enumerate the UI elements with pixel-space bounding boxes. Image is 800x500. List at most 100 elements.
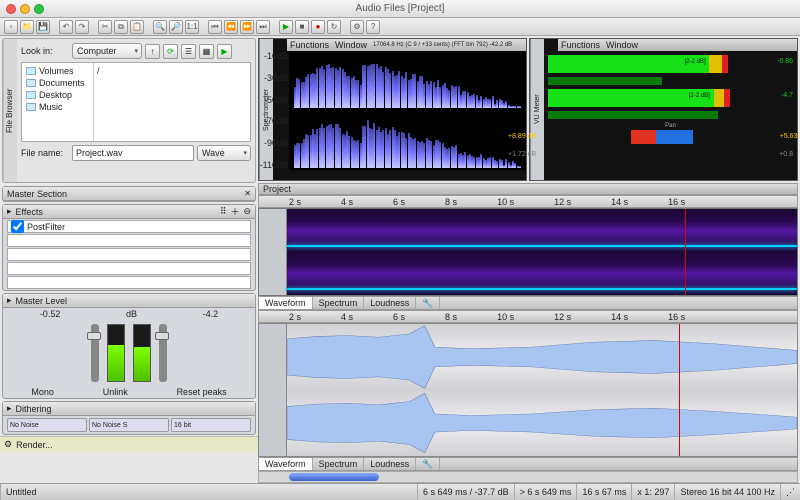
paste-icon[interactable]: 📋	[130, 20, 144, 34]
zoom-out-icon[interactable]: 🔎	[169, 20, 183, 34]
fader-right[interactable]	[159, 324, 167, 382]
record-icon[interactable]: ●	[311, 20, 325, 34]
play-preview-icon[interactable]: ▶	[217, 44, 232, 59]
status-length: 16 s 67 ms	[576, 484, 631, 500]
view-tabs-upper: Waveform Spectrum Loudness 🔧	[258, 296, 798, 310]
mono-button[interactable]: Mono	[31, 387, 54, 397]
main-toolbar: ▫ 📁 💾 ↶ ↷ ✂ ⧉ 📋 🔍 🔎 1:1 ⏮ ⏪ ⏩ ⏭ ▶ ■ ● ↻ …	[0, 18, 800, 36]
level-meter-r	[133, 324, 151, 382]
copy-icon[interactable]: ⧉	[114, 20, 128, 34]
tab-loudness[interactable]: Loudness	[364, 297, 416, 309]
render-bar: ⚙ Render...	[0, 436, 258, 452]
tab-tools-icon[interactable]: 🔧	[416, 458, 440, 470]
loop-icon[interactable]: ↻	[327, 20, 341, 34]
vu-meter-panel: VU Meter Functions Window -6.86-3.51 dB[…	[529, 38, 798, 181]
master-level-title: Master Level	[16, 296, 68, 306]
effect-slot[interactable]	[7, 262, 251, 275]
save-icon[interactable]: 💾	[36, 20, 50, 34]
format-combo[interactable]: Wave	[197, 145, 251, 161]
forward-end-icon[interactable]: ⏭	[256, 20, 270, 34]
h-scrollbar[interactable]	[258, 471, 798, 483]
zoom-11-icon[interactable]: 1:1	[185, 20, 199, 34]
render-icon[interactable]: ⚙	[4, 439, 12, 450]
zoom-in-icon[interactable]: 🔍	[153, 20, 167, 34]
up-folder-icon[interactable]: ↑	[145, 44, 160, 59]
cut-icon[interactable]: ✂	[98, 20, 112, 34]
view-list-icon[interactable]: ☰	[181, 44, 196, 59]
refresh-icon[interactable]: ⟳	[163, 44, 178, 59]
arrow-icon[interactable]: ▸	[7, 206, 12, 217]
arrow-icon[interactable]: ▸	[7, 403, 12, 414]
view-grid-icon[interactable]: ▦	[199, 44, 214, 59]
sonogram-view[interactable]	[258, 208, 798, 296]
effects-bypass-icon[interactable]: ⊖	[243, 206, 251, 217]
tab-spectrum[interactable]: Spectrum	[313, 297, 365, 309]
open-icon[interactable]: 📁	[20, 20, 34, 34]
file-list[interactable]: Volumes Documents Desktop Music /	[21, 62, 251, 142]
look-in-combo[interactable]: Computer	[72, 43, 142, 59]
window-titlebar: Audio Files [Project]	[0, 0, 800, 18]
forward-icon[interactable]: ⏩	[240, 20, 254, 34]
tab-waveform[interactable]: Waveform	[259, 458, 313, 470]
view-tabs-lower: Waveform Spectrum Loudness 🔧	[258, 457, 798, 471]
redo-icon[interactable]: ↷	[75, 20, 89, 34]
resize-grip-icon[interactable]: ⋰	[780, 484, 800, 500]
effect-slot[interactable]	[7, 248, 251, 261]
play-cursor[interactable]	[685, 209, 686, 295]
spectrometer-panel: Spectrometer Functions Window 17064.8 Hz…	[258, 38, 527, 181]
close-icon[interactable]: ✕	[244, 189, 251, 198]
file-browser-tab[interactable]: File Browser	[3, 39, 17, 182]
new-icon[interactable]: ▫	[4, 20, 18, 34]
dither-shaping-combo[interactable]: No Noise S	[89, 418, 169, 432]
vu-bar-r: -4.7-4.7 dB[2-2 dB]	[548, 89, 755, 107]
waveform-scale	[259, 324, 287, 456]
folder-item: Volumes	[24, 65, 91, 77]
unlink-button[interactable]: Unlink	[103, 387, 128, 397]
master-section-title: Master Section	[7, 189, 67, 199]
effect-slot[interactable]	[7, 276, 251, 289]
vu-bar-r2	[548, 111, 755, 119]
vu-meter-tab[interactable]: VU Meter	[530, 39, 544, 180]
render-button[interactable]: Render...	[16, 440, 53, 450]
status-selection: > 6 s 649 ms	[514, 484, 577, 500]
filename-input[interactable]	[72, 145, 194, 161]
effects-add-icon[interactable]: ＋	[230, 205, 239, 218]
reset-peaks-button[interactable]: Reset peaks	[177, 387, 227, 397]
window-menu[interactable]: Window	[606, 40, 638, 50]
spectrometer-plot	[289, 51, 526, 170]
effect-slot[interactable]: PostFilter	[7, 220, 251, 233]
root-item[interactable]: /	[96, 65, 248, 77]
functions-menu[interactable]: Functions	[290, 40, 329, 50]
rewind-start-icon[interactable]: ⏮	[208, 20, 222, 34]
undo-icon[interactable]: ↶	[59, 20, 73, 34]
y-axis: -10dB-30dB-50dB-70dB-90dB-110dB	[273, 51, 289, 170]
effect-slot[interactable]	[7, 234, 251, 247]
help-icon[interactable]: ?	[366, 20, 380, 34]
dither-noise-combo[interactable]: No Noise	[7, 418, 87, 432]
tab-tools-icon[interactable]: 🔧	[416, 297, 440, 309]
play-icon[interactable]: ▶	[279, 20, 293, 34]
rewind-icon[interactable]: ⏪	[224, 20, 238, 34]
dither-bits-combo[interactable]: 16 bit	[171, 418, 251, 432]
status-position: 6 s 649 ms / -37.7 dB	[417, 484, 514, 500]
arrow-icon[interactable]: ▸	[7, 295, 12, 306]
tab-waveform[interactable]: Waveform	[259, 297, 313, 309]
effects-menu-icon[interactable]: ⠿	[220, 206, 227, 217]
dithering-panel: ▸Dithering No Noise No Noise S 16 bit	[2, 401, 256, 435]
fader-left[interactable]	[91, 324, 99, 382]
folder-item: Desktop	[24, 89, 91, 101]
folder-item: Documents	[24, 77, 91, 89]
window-menu[interactable]: Window	[335, 40, 367, 50]
time-ruler-top[interactable]: 2 s4 s6 s8 s10 s12 s14 s16 s	[258, 195, 798, 208]
tab-loudness[interactable]: Loudness	[364, 458, 416, 470]
stop-icon[interactable]: ■	[295, 20, 309, 34]
effect-enable[interactable]	[11, 220, 24, 233]
play-cursor[interactable]	[679, 324, 680, 456]
time-ruler-mid[interactable]: 2 s4 s6 s8 s10 s12 s14 s16 s	[258, 310, 798, 323]
waveform-view[interactable]	[258, 323, 798, 457]
tab-spectrum[interactable]: Spectrum	[313, 458, 365, 470]
functions-menu[interactable]: Functions	[561, 40, 600, 50]
settings-icon[interactable]: ⚙	[350, 20, 364, 34]
master-level-panel: ▸Master Level -0.52dB-4.2 Mono Unlink Re…	[2, 293, 256, 399]
filename-label: File name:	[21, 148, 69, 158]
